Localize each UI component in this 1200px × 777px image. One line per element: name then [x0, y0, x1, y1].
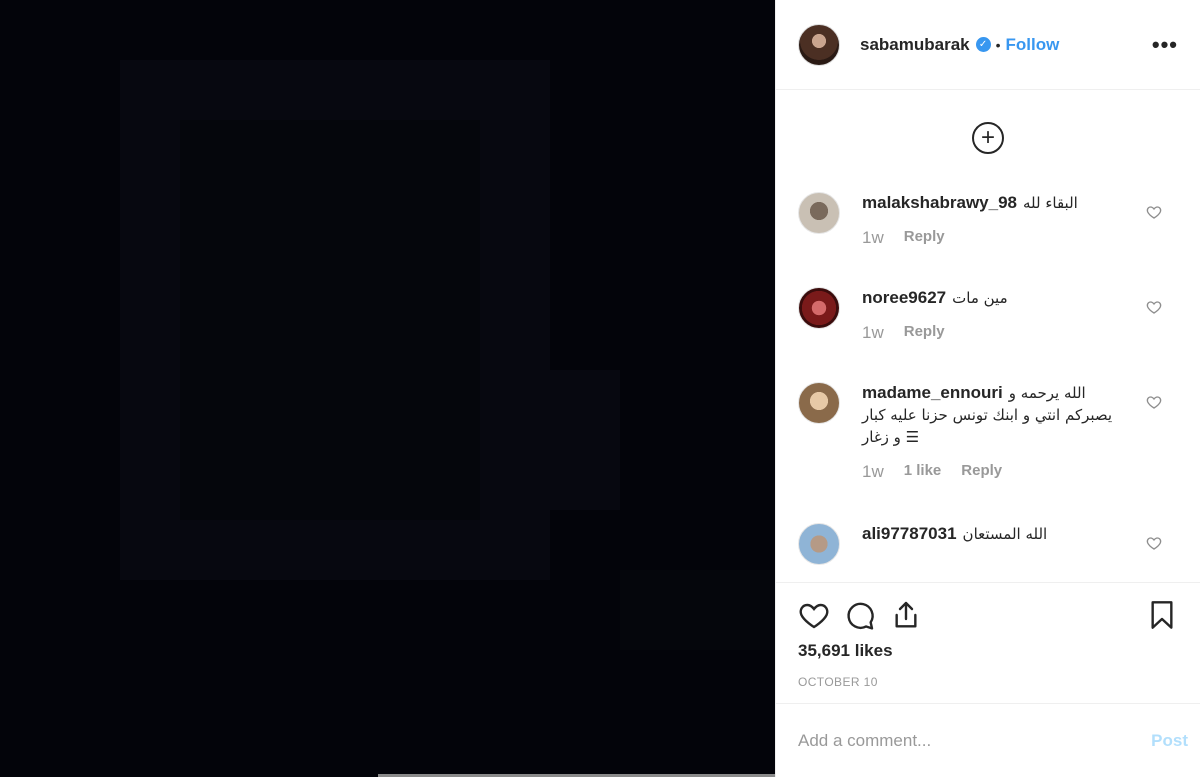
comment-content: الله المستعان	[962, 525, 1048, 543]
bookmark-icon[interactable]	[1146, 599, 1178, 631]
plus-circle-icon[interactable]: +	[972, 122, 1004, 154]
media-shadow	[620, 570, 775, 650]
post-header: sabamubarak ✓ • Follow •••	[776, 0, 1200, 90]
comment-content: البقاء لله	[1023, 194, 1078, 212]
post-comment-button[interactable]: Post	[1151, 731, 1188, 751]
action-bar	[776, 583, 1200, 633]
more-options-icon[interactable]: •••	[1152, 32, 1178, 58]
commenter-avatar[interactable]	[798, 523, 840, 565]
author-avatar[interactable]	[798, 23, 840, 66]
heart-icon[interactable]	[1146, 204, 1162, 220]
heart-icon[interactable]	[1146, 535, 1162, 551]
comment-item: ali97787031 الله المستعان	[798, 523, 1182, 565]
comment-body: ali97787031 الله المستعان	[862, 523, 1122, 565]
comment-time[interactable]: 1w	[862, 228, 884, 248]
comment-item: noree9627 مين مات 1w Reply	[798, 287, 1182, 343]
author-info: sabamubarak ✓ • Follow	[860, 35, 1059, 55]
reply-button[interactable]: Reply	[904, 228, 945, 248]
heart-icon[interactable]	[1146, 394, 1162, 410]
comment-text: madame_ennouri الله يرحمه و يصبركم انتي و…	[862, 382, 1122, 448]
comment-content: مين مات	[952, 289, 1008, 307]
comment-time[interactable]: 1w	[862, 462, 884, 482]
follow-button[interactable]: Follow	[1006, 35, 1060, 55]
commenter-username[interactable]: malakshabrawy_98	[862, 193, 1017, 212]
post-media[interactable]	[0, 0, 775, 777]
commenter-avatar[interactable]	[798, 382, 840, 424]
comment-time[interactable]: 1w	[862, 323, 884, 343]
comments-list[interactable]: + malakshabrawy_98 البقاء لله 1w Reply n…	[776, 90, 1200, 582]
comment-item: malakshabrawy_98 البقاء لله 1w Reply	[798, 192, 1182, 248]
commenter-username[interactable]: noree9627	[862, 288, 946, 307]
post-actions-area: 35,691 likes OCTOBER 10	[776, 582, 1200, 689]
comment-meta: 1w 1 like Reply	[862, 462, 1122, 482]
media-shadow	[180, 120, 480, 520]
media-shadow	[480, 370, 620, 510]
verified-badge-icon: ✓	[975, 37, 991, 52]
comment-meta: 1w Reply	[862, 228, 1122, 248]
post-sidebar: sabamubarak ✓ • Follow ••• + malakshabra…	[775, 0, 1200, 777]
comment-body: malakshabrawy_98 البقاء لله 1w Reply	[862, 192, 1122, 248]
author-username[interactable]: sabamubarak	[860, 35, 970, 55]
add-comment-bar: Post	[776, 703, 1200, 777]
commenter-avatar[interactable]	[798, 287, 840, 329]
instagram-post-view: sabamubarak ✓ • Follow ••• + malakshabra…	[0, 0, 1200, 777]
comment-likes-count[interactable]: 1 like	[904, 462, 942, 482]
heart-icon[interactable]	[1146, 299, 1162, 315]
heart-icon[interactable]	[798, 599, 830, 631]
commenter-username[interactable]: madame_ennouri	[862, 383, 1003, 402]
comment-text: malakshabrawy_98 البقاء لله	[862, 192, 1122, 214]
commenter-avatar[interactable]	[798, 192, 840, 234]
commenter-username[interactable]: ali97787031	[862, 524, 957, 543]
reply-button[interactable]: Reply	[904, 323, 945, 343]
reply-button[interactable]: Reply	[961, 462, 1002, 482]
separator-dot: •	[995, 36, 1001, 53]
share-icon[interactable]	[890, 599, 922, 631]
comment-input[interactable]	[798, 730, 1152, 751]
comment-body: madame_ennouri الله يرحمه و يصبركم انتي و…	[862, 382, 1122, 482]
likes-count[interactable]: 35,691 likes	[776, 633, 1200, 661]
comment-text: noree9627 مين مات	[862, 287, 1122, 309]
comment-item: madame_ennouri الله يرحمه و يصبركم انتي و…	[798, 382, 1182, 482]
post-date[interactable]: OCTOBER 10	[776, 661, 1200, 689]
comment-text: ali97787031 الله المستعان	[862, 523, 1122, 545]
comment-meta: 1w Reply	[862, 323, 1122, 343]
comment-icon[interactable]	[844, 599, 876, 631]
comment-body: noree9627 مين مات 1w Reply	[862, 287, 1122, 343]
